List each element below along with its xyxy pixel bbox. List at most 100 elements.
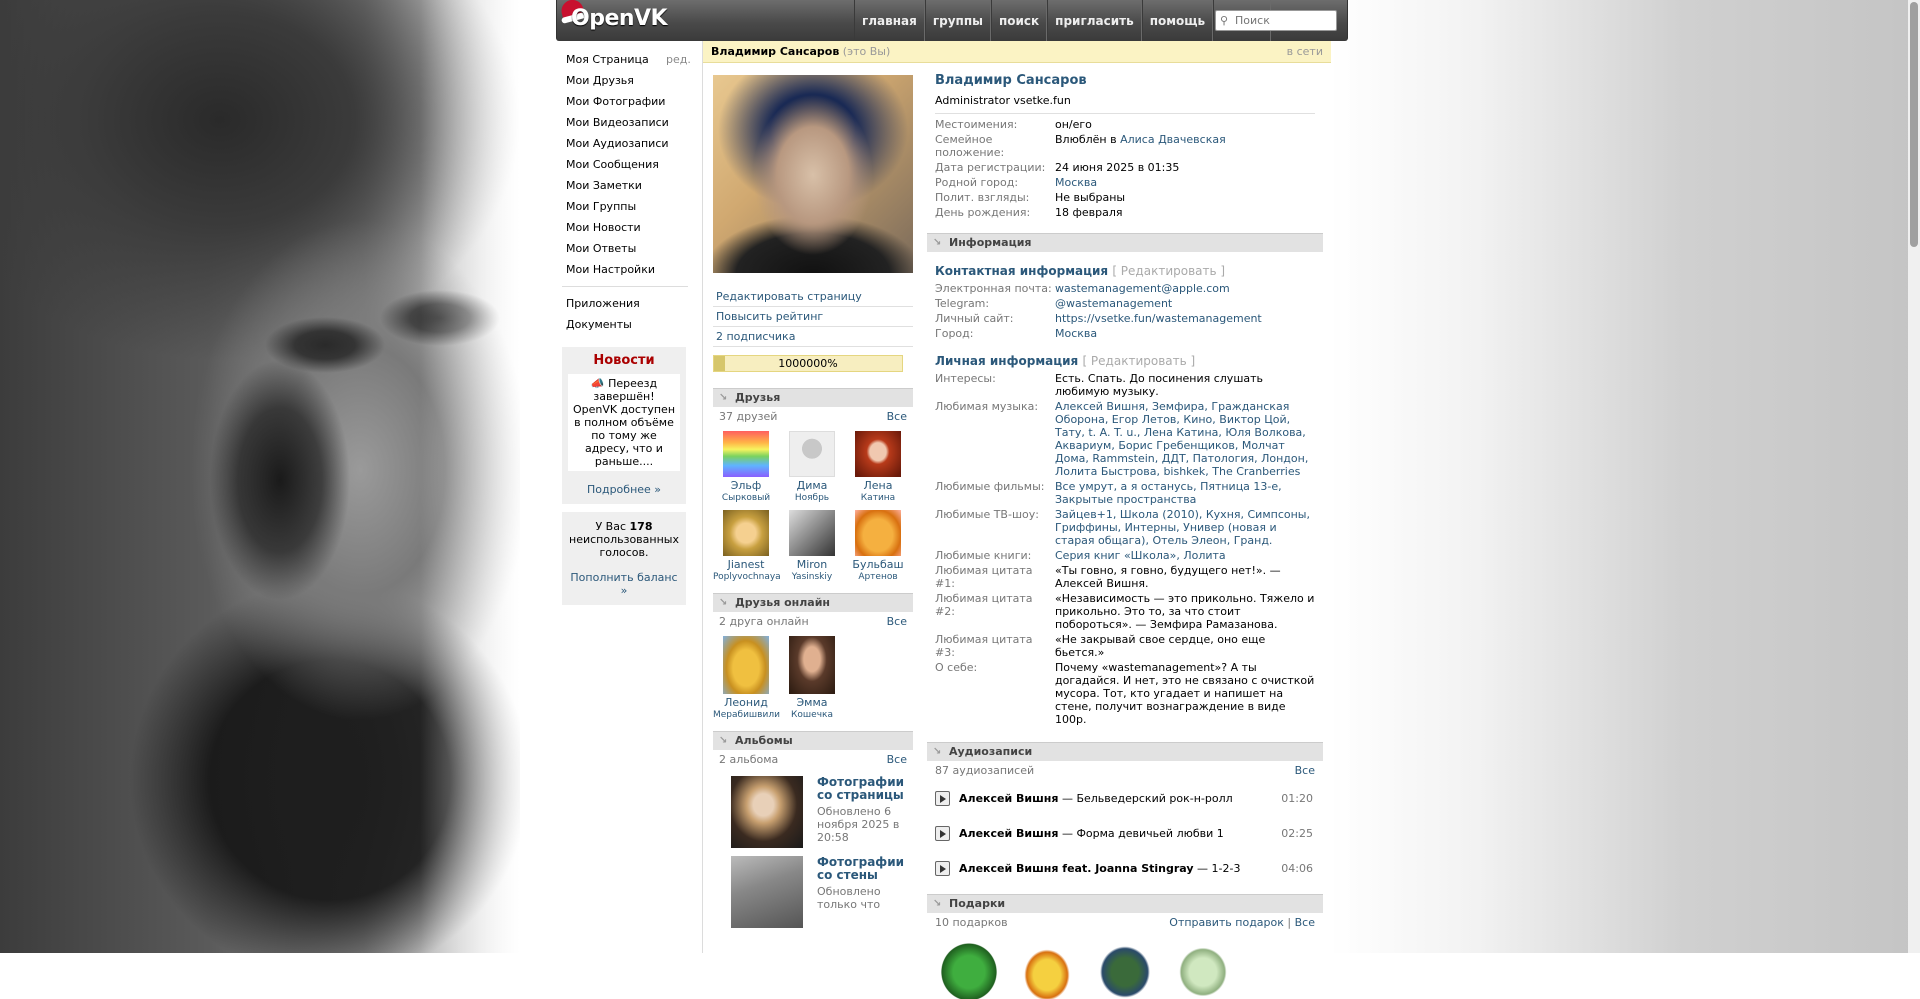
books-links[interactable]: Серия книг «Школа», Лолита xyxy=(1055,549,1226,562)
menu-notes[interactable]: Мои Заметки xyxy=(556,175,692,196)
news-box: Новости 📣 Переезд завершён! OpenVK досту… xyxy=(562,347,686,504)
menu-friends[interactable]: Мои Друзья xyxy=(556,70,692,91)
album-cover[interactable] xyxy=(731,776,803,848)
friend-avatar[interactable] xyxy=(789,510,835,556)
albums-header[interactable]: ↘ Альбомы xyxy=(713,731,913,750)
gift-item[interactable] xyxy=(1171,939,1235,999)
menu-videos[interactable]: Мои Видеозаписи xyxy=(556,112,692,133)
friend-card[interactable]: Эльф Сырковый xyxy=(713,431,779,504)
page-container: Моя Страница ред. Мои Друзья Мои Фотогра… xyxy=(556,41,1331,999)
menu-settings[interactable]: Мои Настройки xyxy=(556,259,692,280)
profile-avatar[interactable] xyxy=(713,75,913,273)
relationship-link[interactable]: Алиса Двачевская xyxy=(1120,133,1226,146)
raise-rating-link[interactable]: Повысить рейтинг xyxy=(713,307,913,327)
info-row: Дата регистрации: 24 июня 2025 в 01:35 xyxy=(935,161,1180,174)
arrow-icon: ↘ xyxy=(933,746,942,757)
play-icon[interactable] xyxy=(935,861,950,876)
friend-card[interactable]: Эмма Кошечка xyxy=(779,636,845,721)
audio-all-link[interactable]: Все xyxy=(1295,761,1315,781)
info-row: Местоимения: он/его xyxy=(935,118,1092,131)
play-icon[interactable] xyxy=(935,826,950,841)
send-gift-link[interactable]: Отправить подарок xyxy=(1169,916,1284,929)
rating-fill xyxy=(714,356,725,371)
friend-card[interactable]: Бульбаш Артенов xyxy=(845,510,911,583)
friend-card[interactable]: Лена Катина xyxy=(845,431,911,504)
nav-home[interactable]: главная xyxy=(854,0,925,41)
info-row: Личный сайт: https://vsetke.fun/wastemana… xyxy=(935,312,1262,325)
page-scrollbar[interactable] xyxy=(1908,0,1920,953)
audio-track[interactable]: Алексей Вишня — Бельведерский рок-н-ролл… xyxy=(927,781,1323,816)
menu-groups[interactable]: Мои Группы xyxy=(556,196,692,217)
top-up-balance-link[interactable]: Пополнить баланс » xyxy=(570,571,677,597)
news-more-link[interactable]: Подробнее » xyxy=(587,483,661,496)
menu-messages[interactable]: Мои Сообщения xyxy=(556,154,692,175)
music-links[interactable]: Алексей Вишня, Земфира, Гражданская Обор… xyxy=(1055,400,1308,478)
menu-news[interactable]: Мои Новости xyxy=(556,217,692,238)
search-input[interactable] xyxy=(1233,12,1333,29)
menu-photos[interactable]: Мои Фотографии xyxy=(556,91,692,112)
audio-header[interactable]: ↘ Аудиозаписи xyxy=(927,742,1323,761)
menu-apps[interactable]: Приложения xyxy=(556,293,692,314)
audio-track[interactable]: Алексей Вишня feat. Joanna Stingray — 1-… xyxy=(927,851,1323,886)
friend-card[interactable]: Miron Yasinskiy xyxy=(779,510,845,583)
gift-item[interactable] xyxy=(1015,939,1079,999)
menu-replies[interactable]: Мои Ответы xyxy=(556,238,692,259)
top-nav: главная группы поиск пригласить помощь в… xyxy=(854,0,1272,41)
gifts-header[interactable]: ↘ Подарки xyxy=(927,894,1323,913)
profile-status[interactable]: Administrator vsetke.fun xyxy=(935,94,1315,114)
nav-search[interactable]: поиск xyxy=(990,0,1048,41)
hometown-link[interactable]: Москва xyxy=(1055,176,1097,189)
friend-avatar[interactable] xyxy=(723,431,769,477)
friend-avatar[interactable] xyxy=(789,636,835,694)
album-item[interactable]: Фотографии со стены Обновлено только что xyxy=(713,854,913,934)
info-row: День рождения: 18 февраля xyxy=(935,206,1123,219)
movies-links[interactable]: Все умрут, а я останусь, Пятница 13-е, З… xyxy=(1055,480,1282,506)
edit-page-link[interactable]: Редактировать страницу xyxy=(713,287,913,307)
news-title: Новости xyxy=(593,353,655,368)
albums-all-link[interactable]: Все xyxy=(887,750,907,770)
info-row: Telegram: @wastemanagement xyxy=(935,297,1173,310)
nav-groups[interactable]: группы xyxy=(924,0,991,41)
gifts-subheader: 10 подарков Отправить подарок | Все xyxy=(935,916,1315,929)
info-row: Электронная почта: wastemanagement@apple.… xyxy=(935,282,1230,295)
nav-invite[interactable]: пригласить xyxy=(1047,0,1142,41)
menu-docs[interactable]: Документы xyxy=(556,314,692,335)
gifts-list xyxy=(927,933,1323,999)
friend-card[interactable]: Леонид Мерабишвили xyxy=(713,636,780,721)
telegram-link[interactable]: @wastemanagement xyxy=(1055,297,1172,310)
followers-link[interactable]: 2 подписчика xyxy=(713,327,913,347)
album-item[interactable]: Фотографии со страницы Обновлено 6 ноябр… xyxy=(713,770,913,854)
friends-all-link[interactable]: Все xyxy=(887,407,907,427)
friends-header[interactable]: ↘ Друзья xyxy=(713,388,913,407)
menu-audios[interactable]: Мои Аудиозаписи xyxy=(556,133,692,154)
friend-avatar[interactable] xyxy=(789,431,835,477)
album-cover[interactable] xyxy=(731,856,803,928)
menu-edit-link[interactable]: ред. xyxy=(666,49,691,70)
album-title[interactable]: Фотографии со стены xyxy=(817,856,913,882)
album-title[interactable]: Фотографии со страницы xyxy=(817,776,913,802)
friend-card[interactable]: Jianest Poplyvochnaya xyxy=(713,510,781,583)
tvshows-links[interactable]: Зайцев+1, Школа (2010), Кухня, Симпсоны,… xyxy=(1055,508,1310,547)
friend-avatar[interactable] xyxy=(723,510,769,556)
friend-card[interactable]: Дима Ноябрь xyxy=(779,431,845,504)
contact-edit-link[interactable]: [ Редактировать ] xyxy=(1112,264,1225,278)
friend-avatar[interactable] xyxy=(855,510,901,556)
friends-online-all-link[interactable]: Все xyxy=(887,612,907,632)
friend-avatar[interactable] xyxy=(855,431,901,477)
friend-avatar[interactable] xyxy=(723,636,769,694)
scrollbar-thumb[interactable] xyxy=(1910,2,1918,247)
openvk-logo[interactable]: OpenVK xyxy=(559,0,668,36)
gift-item[interactable] xyxy=(937,939,1001,999)
audio-track[interactable]: Алексей Вишня — Форма девичьей любви 1 0… xyxy=(927,816,1323,851)
gifts-all-link[interactable]: Все xyxy=(1295,916,1315,929)
info-header[interactable]: ↘ Информация xyxy=(927,233,1323,252)
gift-item[interactable] xyxy=(1093,939,1157,999)
email-link[interactable]: wastemanagement@apple.com xyxy=(1055,282,1230,295)
contact-info: Электронная почта: wastemanagement@apple.… xyxy=(935,282,1315,340)
nav-help[interactable]: помощь xyxy=(1141,0,1214,41)
play-icon[interactable] xyxy=(935,791,950,806)
friends-online-header[interactable]: ↘ Друзья онлайн xyxy=(713,593,913,612)
city-link[interactable]: Москва xyxy=(1055,327,1097,340)
personal-edit-link[interactable]: [ Редактировать ] xyxy=(1082,354,1195,368)
website-link[interactable]: https://vsetke.fun/wastemanagement xyxy=(1055,312,1262,325)
